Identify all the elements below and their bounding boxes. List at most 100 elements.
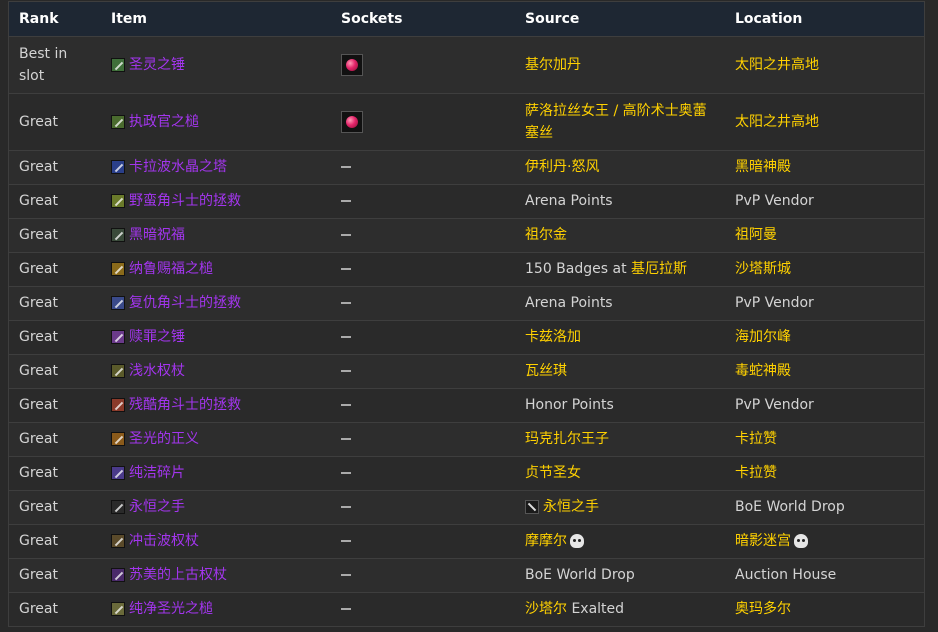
source-text[interactable]: 卡兹洛加 (525, 329, 581, 345)
item-icon (111, 114, 125, 129)
source-text[interactable]: 基厄拉斯 (631, 261, 687, 277)
item-link[interactable]: 野蛮角斗士的拯救 (129, 190, 241, 212)
source-text[interactable]: 玛克扎尔王子 (525, 431, 609, 447)
item-entry[interactable]: 纯净圣光之槌 (111, 598, 323, 620)
item-entry[interactable]: 黑暗祝福 (111, 224, 323, 246)
item-entry[interactable]: 浅水权杖 (111, 360, 323, 382)
table-row: Great 冲击波权杖 摩摩尔 暗影迷宫 (9, 524, 924, 558)
sockets-cell (331, 490, 515, 524)
item-cell: 纯洁碎片 (101, 456, 331, 490)
source-text[interactable]: 摩摩尔 (525, 533, 567, 549)
no-socket-dash-icon (341, 574, 351, 576)
item-cell: 卡拉波水晶之塔 (101, 150, 331, 184)
table-row: Great 纯洁碎片 贞节圣女 卡拉赞 (9, 456, 924, 490)
red-gem-socket-icon[interactable] (341, 53, 363, 76)
item-link[interactable]: 赎罪之锤 (129, 326, 185, 348)
header-source[interactable]: Source (515, 2, 725, 37)
header-item[interactable]: Item (101, 2, 331, 37)
source-text[interactable]: 瓦丝琪 (525, 363, 567, 379)
item-link[interactable]: 永恒之手 (129, 496, 185, 518)
no-socket-dash-icon (341, 268, 351, 270)
location-cell: PvP Vendor (725, 184, 924, 218)
item-icon (111, 602, 125, 616)
location-cell: PvP Vendor (725, 388, 924, 422)
location-text[interactable]: 太阳之井高地 (735, 114, 819, 130)
source-text[interactable]: 沙塔尔 (525, 601, 571, 617)
sockets-cell (331, 456, 515, 490)
item-link[interactable]: 黑暗祝福 (129, 224, 185, 246)
item-entry[interactable]: 执政官之槌 (111, 111, 323, 133)
header-sockets[interactable]: Sockets (331, 2, 515, 37)
red-gem-socket-icon[interactable] (341, 110, 363, 133)
item-link[interactable]: 浅水权杖 (129, 360, 185, 382)
location-text[interactable]: 卡拉赞 (735, 465, 777, 481)
location-text[interactable]: 奥玛多尔 (735, 601, 791, 617)
heroic-skull-icon (794, 534, 808, 548)
location-text[interactable]: 太阳之井高地 (735, 57, 819, 73)
item-entry[interactable]: 卡拉波水晶之塔 (111, 156, 323, 178)
item-entry[interactable]: 圣灵之锤 (111, 54, 323, 76)
location-cell: 海加尔峰 (725, 320, 924, 354)
source-text[interactable]: 基尔加丹 (525, 57, 581, 73)
item-link[interactable]: 执政官之槌 (129, 111, 199, 133)
item-link[interactable]: 卡拉波水晶之塔 (129, 156, 227, 178)
rank-cell: Great (19, 295, 58, 311)
location-cell: 毒蛇神殿 (725, 354, 924, 388)
item-entry[interactable]: 纯洁碎片 (111, 462, 323, 484)
item-entry[interactable]: 苏美的上古权杖 (111, 564, 323, 586)
sockets-cell (331, 354, 515, 388)
header-rank[interactable]: Rank (9, 2, 101, 37)
item-link[interactable]: 圣光的正义 (129, 428, 199, 450)
item-link[interactable]: 复仇角斗士的拯救 (129, 292, 241, 314)
source-text: Arena Points (525, 193, 613, 209)
location-text: BoE World Drop (735, 499, 845, 515)
table-row: Great 赎罪之锤 卡兹洛加 海加尔峰 (9, 320, 924, 354)
item-link[interactable]: 苏美的上古权杖 (129, 564, 227, 586)
location-text: PvP Vendor (735, 295, 814, 311)
location-cell: Auction House (725, 558, 924, 592)
location-text[interactable]: 毒蛇神殿 (735, 363, 791, 379)
table-row: Great 永恒之手 永恒之手 BoE World Drop (9, 490, 924, 524)
item-link[interactable]: 纯洁碎片 (129, 462, 185, 484)
source-text: Arena Points (525, 295, 613, 311)
source-text[interactable]: 贞节圣女 (525, 465, 581, 481)
sockets-cell (331, 36, 515, 93)
sockets-cell (331, 558, 515, 592)
items-table: Rank Item Sockets Source Location Best i… (9, 2, 924, 626)
source-cell: BoE World Drop (515, 558, 725, 592)
header-location[interactable]: Location (725, 2, 924, 37)
no-socket-dash-icon (341, 608, 351, 610)
item-entry[interactable]: 纳鲁赐福之槌 (111, 258, 323, 280)
location-text[interactable]: 卡拉赞 (735, 431, 777, 447)
item-cell: 苏美的上古权杖 (101, 558, 331, 592)
source-text[interactable]: 永恒之手 (543, 499, 599, 515)
heroic-skull-icon (570, 534, 584, 548)
location-cell: 沙塔斯城 (725, 252, 924, 286)
item-link[interactable]: 冲击波权杖 (129, 530, 199, 552)
item-entry[interactable]: 复仇角斗士的拯救 (111, 292, 323, 314)
source-cell: 贞节圣女 (515, 456, 725, 490)
item-entry[interactable]: 赎罪之锤 (111, 326, 323, 348)
location-cell: BoE World Drop (725, 490, 924, 524)
source-text[interactable]: 萨洛拉丝女王 / 高阶术士奥蕾塞丝 (525, 103, 707, 141)
rank-cell: Best in slot (19, 45, 68, 84)
item-link[interactable]: 纳鲁赐福之槌 (129, 258, 213, 280)
location-text[interactable]: 祖阿曼 (735, 227, 777, 243)
item-cell: 永恒之手 (101, 490, 331, 524)
item-entry[interactable]: 圣光的正义 (111, 428, 323, 450)
item-link[interactable]: 圣灵之锤 (129, 54, 185, 76)
source-text[interactable]: 伊利丹·怒风 (525, 159, 599, 175)
source-text: 150 Badges at (525, 261, 632, 277)
item-entry[interactable]: 永恒之手 (111, 496, 323, 518)
location-text[interactable]: 海加尔峰 (735, 329, 791, 345)
location-text[interactable]: 暗影迷宫 (735, 533, 791, 549)
location-text[interactable]: 黑暗神殿 (735, 159, 791, 175)
item-entry[interactable]: 残酷角斗士的拯救 (111, 394, 323, 416)
item-link[interactable]: 纯净圣光之槌 (129, 598, 213, 620)
item-entry[interactable]: 冲击波权杖 (111, 530, 323, 552)
source-text[interactable]: 祖尔金 (525, 227, 567, 243)
location-text[interactable]: 沙塔斯城 (735, 261, 791, 277)
item-link[interactable]: 残酷角斗士的拯救 (129, 394, 241, 416)
item-entry[interactable]: 野蛮角斗士的拯救 (111, 190, 323, 212)
rank-cell: Great (19, 499, 58, 515)
